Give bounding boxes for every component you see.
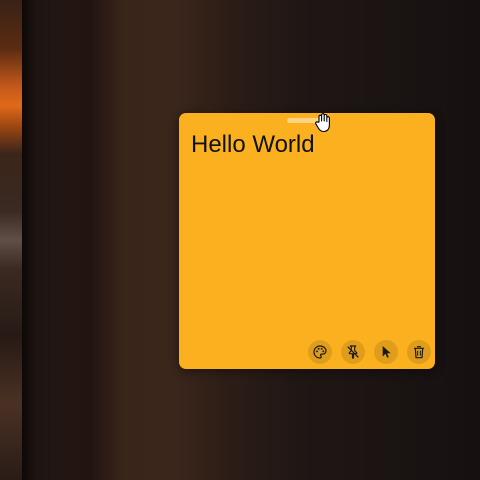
desktop-background: Hello World [0,0,480,480]
color-palette-button[interactable] [308,340,332,364]
click-through-button[interactable] [374,340,398,364]
note-toolbar [308,340,431,364]
grab-hand-icon [315,113,330,133]
sticky-note[interactable]: Hello World [179,113,435,369]
pointer-icon [382,346,391,358]
trash-icon [414,346,424,359]
unpin-button[interactable] [341,340,365,364]
note-text[interactable]: Hello World [191,131,315,159]
palette-icon [313,345,327,359]
background-window-edge [0,0,22,480]
background-shadow [22,0,36,480]
background-fold [60,0,120,480]
delete-button[interactable] [407,340,431,364]
pin-off-icon [347,345,359,359]
